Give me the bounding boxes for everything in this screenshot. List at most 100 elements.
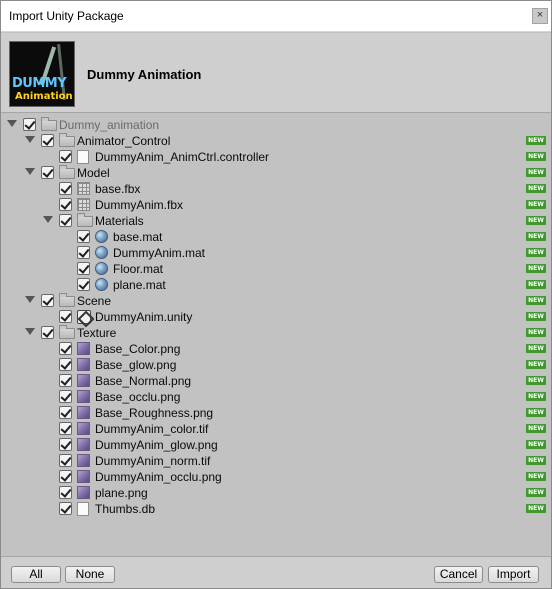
tree-row[interactable]: Dummy_animation [1,117,551,133]
tree-row[interactable]: DummyAnim.mat NEW [1,245,551,261]
texture-icon [77,486,90,499]
folder-icon [59,165,75,179]
tree-row[interactable]: DummyAnim_color.tif NEW [1,421,551,437]
expand-arrow-icon[interactable] [25,136,35,143]
folder-icon [59,133,75,147]
tree-row[interactable]: base.fbx NEW [1,181,551,197]
folder-icon [77,213,93,227]
tree-row[interactable]: Animator_Control NEW [1,133,551,149]
texture-icon [77,438,90,451]
cancel-button[interactable]: Cancel [434,566,483,583]
include-checkbox[interactable] [41,326,54,339]
expand-arrow-icon[interactable] [7,120,17,127]
texture-icon [77,470,90,483]
tree-item-label: Animator_Control [77,134,171,148]
include-checkbox[interactable] [77,262,90,275]
folder-icon [59,293,75,307]
include-checkbox[interactable] [59,470,72,483]
tree-row[interactable]: Base_Normal.png NEW [1,373,551,389]
tree-item-label: DummyAnim.unity [95,310,193,324]
new-badge: NEW [526,488,546,497]
include-checkbox[interactable] [59,502,72,515]
tree-item-label: Floor.mat [113,262,164,276]
expand-arrow-icon[interactable] [25,168,35,175]
tree-row[interactable]: DummyAnim.fbx NEW [1,197,551,213]
include-checkbox[interactable] [59,310,72,323]
include-checkbox[interactable] [59,406,72,419]
tree-item-label: Model [77,166,110,180]
tree-row[interactable]: plane.png NEW [1,485,551,501]
include-checkbox[interactable] [41,166,54,179]
include-checkbox[interactable] [77,278,90,291]
tree-item-label: Thumbs.db [95,502,156,516]
expand-arrow-icon[interactable] [25,328,35,335]
include-checkbox[interactable] [59,438,72,451]
tree-row[interactable]: Floor.mat NEW [1,261,551,277]
tree-item-label: Materials [95,214,144,228]
tree-row[interactable]: Thumbs.db NEW [1,501,551,517]
include-checkbox[interactable] [59,486,72,499]
tree-row[interactable]: Base_glow.png NEW [1,357,551,373]
include-checkbox[interactable] [59,214,72,227]
select-none-button[interactable]: None [65,566,115,583]
include-checkbox[interactable] [77,246,90,259]
include-checkbox[interactable] [59,454,72,467]
folder-icon [41,117,57,131]
new-badge: NEW [526,264,546,273]
include-checkbox[interactable] [59,182,72,195]
tree-row[interactable]: DummyAnim_norm.tif NEW [1,453,551,469]
file-icon [77,502,89,516]
include-checkbox[interactable] [59,150,72,163]
tree-item-label: Dummy_animation [59,118,160,132]
select-all-button[interactable]: All [11,566,61,583]
tree-item-label: DummyAnim_occlu.png [95,470,222,484]
include-checkbox[interactable] [23,118,36,131]
import-button[interactable]: Import [488,566,539,583]
tree-item-label: Scene [77,294,112,308]
tree-row[interactable]: Model NEW [1,165,551,181]
include-checkbox[interactable] [59,374,72,387]
tree-row[interactable]: Materials NEW [1,213,551,229]
include-checkbox[interactable] [59,358,72,371]
tree-row[interactable]: Base_occlu.png NEW [1,389,551,405]
tree-item-label: Base_occlu.png [95,390,181,404]
folder-icon [59,325,75,339]
close-icon[interactable]: × [532,8,548,24]
include-checkbox[interactable] [59,198,72,211]
title-bar[interactable]: Import Unity Package × [1,1,551,32]
tree-row[interactable]: Base_Roughness.png NEW [1,405,551,421]
tree-row[interactable]: base.mat NEW [1,229,551,245]
tree-row[interactable]: Base_Color.png NEW [1,341,551,357]
tree-row[interactable]: plane.mat NEW [1,277,551,293]
expand-arrow-icon[interactable] [43,216,53,223]
include-checkbox[interactable] [41,294,54,307]
tree-row[interactable]: DummyAnim_AnimCtrl.controller NEW [1,149,551,165]
material-icon [95,278,108,291]
thumbnail-logo-line2: Animation [15,91,73,102]
new-badge: NEW [526,472,546,481]
new-badge: NEW [526,232,546,241]
new-badge: NEW [526,408,546,417]
include-checkbox[interactable] [59,422,72,435]
import-package-window: Import Unity Package × DUMMY Animation D… [0,0,552,589]
tree-row[interactable]: DummyAnim_occlu.png NEW [1,469,551,485]
tree-item-label: Texture [77,326,117,340]
package-name: Dummy Animation [87,67,202,82]
thumbnail-logo-line1: DUMMY [12,76,67,91]
tree-item-label: plane.png [95,486,148,500]
tree-row[interactable]: DummyAnim_glow.png NEW [1,437,551,453]
tree-item-label: DummyAnim_AnimCtrl.controller [95,150,270,164]
include-checkbox[interactable] [59,342,72,355]
tree-row[interactable]: Texture NEW [1,325,551,341]
tree-row[interactable]: Scene NEW [1,293,551,309]
include-checkbox[interactable] [59,390,72,403]
tree-item-label: base.mat [113,230,163,244]
file-icon [77,150,89,164]
tree-row[interactable]: DummyAnim.unity NEW [1,309,551,325]
tree-item-label: Base_Roughness.png [95,406,214,420]
include-checkbox[interactable] [77,230,90,243]
new-badge: NEW [526,376,546,385]
expand-arrow-icon[interactable] [25,296,35,303]
tree-item-label: Base_Normal.png [95,374,192,388]
include-checkbox[interactable] [41,134,54,147]
